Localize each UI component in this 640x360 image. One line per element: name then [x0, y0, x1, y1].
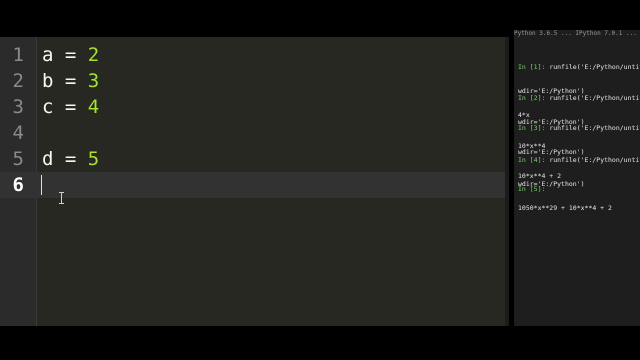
- console-command: runfile('E:/Python/untitle: [549, 156, 640, 164]
- console-prompt: In [3]:: [518, 124, 546, 132]
- code-line[interactable]: 2 b = 3: [0, 68, 505, 94]
- code-text: d = 5: [42, 148, 100, 170]
- console-prompt: In [5]:: [518, 185, 546, 193]
- code-line[interactable]: 3 c = 4: [0, 94, 505, 120]
- ipython-console[interactable]: Python 3.6.5 ... IPython 7.0.1 ... In [1…: [514, 30, 640, 326]
- console-header-fragment: Python 3.6.5 ... IPython 7.0.1 ...: [514, 30, 637, 37]
- line-number: 1: [12, 44, 24, 66]
- letterbox-bottom: [0, 326, 640, 360]
- console-command: runfile('E:/Python/untitle: [549, 124, 640, 132]
- code-line[interactable]: 4: [0, 120, 505, 146]
- console-prompt: In [2]:: [518, 94, 546, 102]
- current-line-number: 6: [12, 174, 24, 196]
- console-prompt: In [1]:: [518, 63, 546, 71]
- console-command: runfile('E:/Python/untitle: [549, 94, 640, 102]
- console-input-line[interactable]: In [5]:: [518, 169, 640, 209]
- code-text: b = 3: [42, 70, 100, 92]
- line-number: 2: [12, 70, 24, 92]
- line-number: 3: [12, 96, 24, 118]
- editor-scrollbar[interactable]: [505, 37, 509, 326]
- code-line[interactable]: 5 d = 5: [0, 146, 505, 172]
- text-caret: [41, 175, 42, 195]
- mouse-ibeam-cursor-icon: [59, 192, 64, 204]
- current-code-line[interactable]: 6: [0, 172, 505, 198]
- line-number: 4: [12, 122, 24, 144]
- code-text: c = 4: [42, 96, 100, 118]
- line-number: 5: [12, 148, 24, 170]
- code-editor[interactable]: 1 a = 2 2 b = 3 3 c = 4 4 5 d = 5 6: [0, 37, 509, 326]
- console-prompt: In [4]:: [518, 156, 546, 164]
- console-command: runfile('E:/Python/untitle: [549, 63, 640, 71]
- code-text: a = 2: [42, 44, 100, 66]
- code-line[interactable]: 1 a = 2: [0, 42, 505, 68]
